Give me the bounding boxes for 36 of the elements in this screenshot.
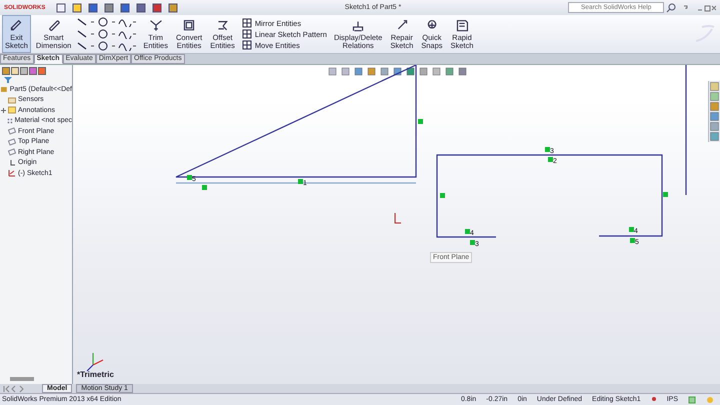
relation-marker[interactable] xyxy=(202,185,207,190)
rebuild-icon[interactable] xyxy=(650,396,657,404)
annotations-icon xyxy=(8,106,16,114)
relation-marker[interactable] xyxy=(663,192,668,197)
expand-toggle[interactable] xyxy=(1,108,6,113)
part-icon xyxy=(0,85,8,94)
scrollbar[interactable] xyxy=(10,377,34,381)
sketch-tool-icon[interactable] xyxy=(118,28,138,38)
tool-icon xyxy=(148,18,164,32)
relation-marker[interactable] xyxy=(440,193,445,198)
sketch-tool-icon[interactable] xyxy=(97,40,118,50)
origin-icon xyxy=(8,158,16,167)
sketch-tool-icon[interactable] xyxy=(118,16,138,26)
sketch-tool-icon[interactable] xyxy=(76,40,96,50)
sketch-tool-icon[interactable] xyxy=(76,28,96,38)
filter-icon[interactable] xyxy=(4,77,12,83)
axis-triad-icon xyxy=(86,352,104,372)
sketch-line[interactable] xyxy=(685,65,687,195)
tool-icon xyxy=(242,18,252,28)
tool-icon xyxy=(242,29,252,39)
window-controls-icon[interactable] xyxy=(682,4,716,12)
relation-marker[interactable] xyxy=(418,119,423,124)
sketch-tool-icon[interactable] xyxy=(97,28,118,38)
sketch-tool-icon[interactable] xyxy=(118,40,138,50)
search-icon[interactable] xyxy=(666,2,676,12)
sketch-origin-icon xyxy=(394,212,402,224)
sketch-outline[interactable] xyxy=(436,154,663,238)
sketch-triangle[interactable] xyxy=(175,65,417,178)
sketch-tool-icon[interactable] xyxy=(76,16,96,26)
sketch-tool-icon[interactable] xyxy=(97,16,118,26)
folder-icon xyxy=(8,96,16,104)
sketch-icon xyxy=(8,169,16,178)
material-icon xyxy=(6,116,13,125)
view-orientation-label: *Trimetric xyxy=(77,370,114,379)
tool-icon xyxy=(242,40,252,50)
help-icon[interactable] xyxy=(688,396,696,404)
